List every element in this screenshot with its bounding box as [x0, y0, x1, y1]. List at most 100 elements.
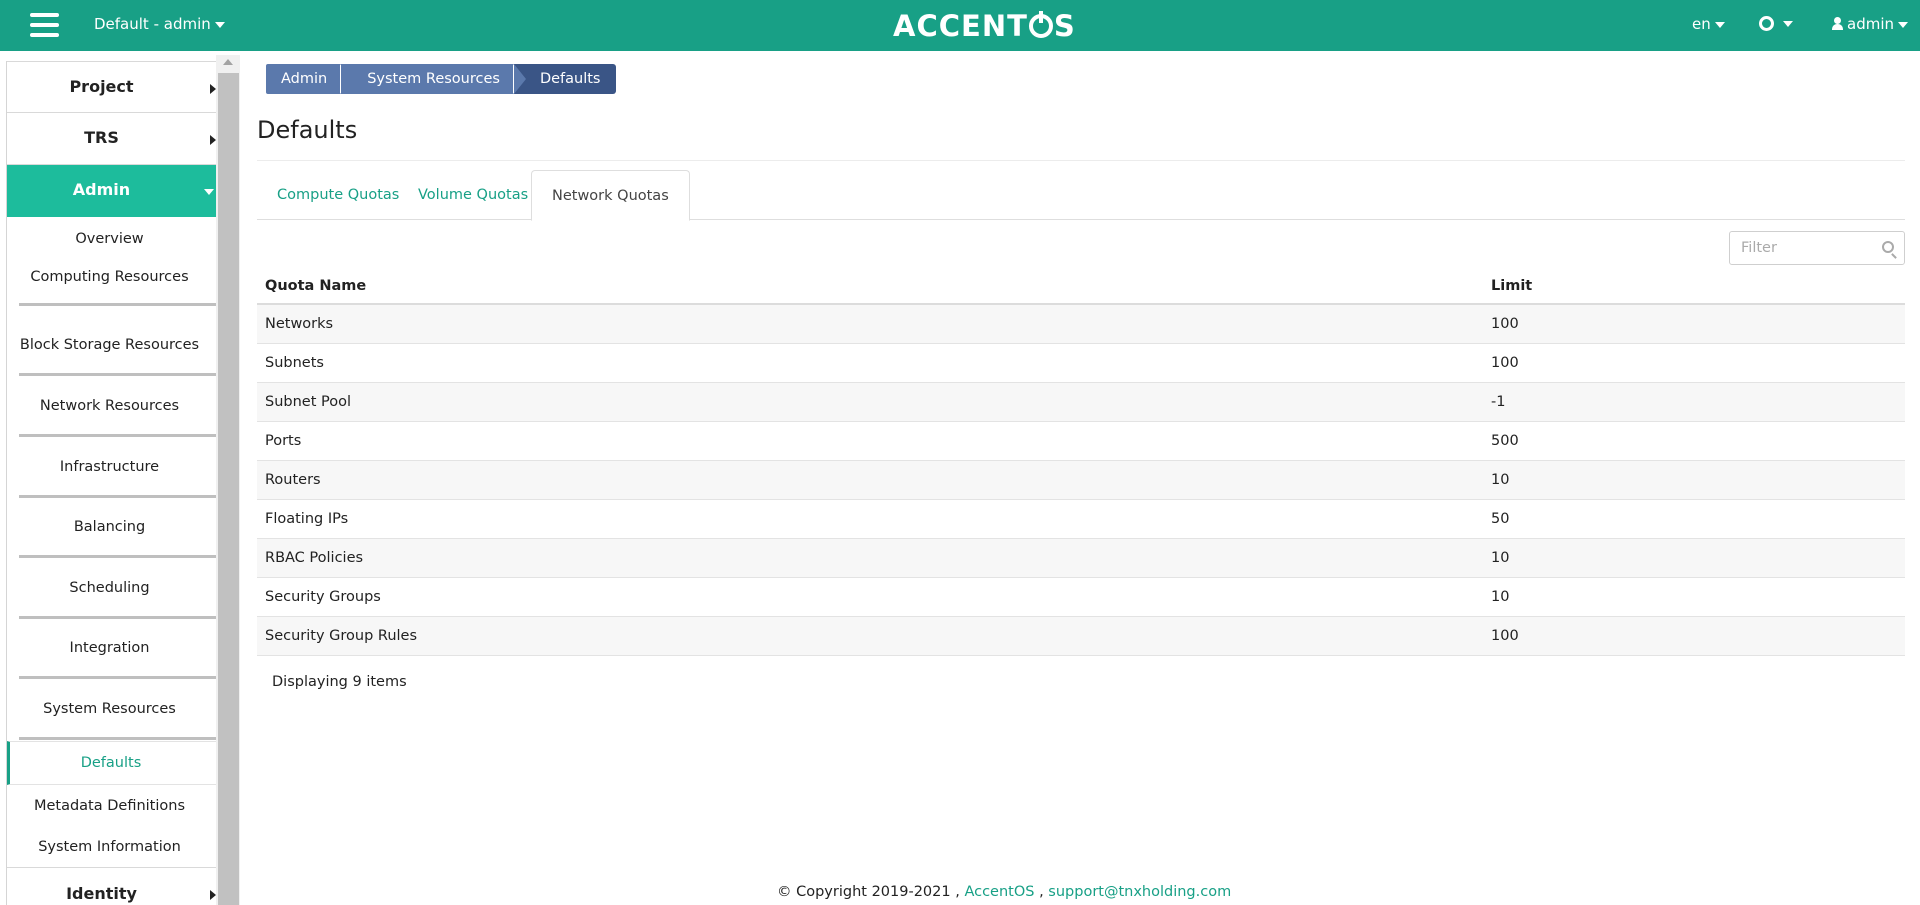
limit-cell: 100	[1483, 343, 1905, 383]
divider	[19, 737, 216, 740]
divider	[19, 434, 216, 437]
sidebar-item-overview[interactable]: Overview	[7, 217, 216, 261]
sidebar-item-scheduling[interactable]: Scheduling	[7, 560, 216, 620]
menu-icon[interactable]	[30, 13, 59, 37]
quota-name-cell: Routers	[257, 460, 1483, 500]
copyright-text: © Copyright 2019-2021 ,	[777, 884, 965, 900]
sidebar-item-project[interactable]: Project	[7, 61, 216, 113]
sidebar-item-label: Scheduling	[69, 580, 150, 596]
power-icon	[1028, 11, 1053, 38]
table-row: Routers 10	[257, 460, 1905, 500]
table-row: Security Groups 10	[257, 577, 1905, 617]
filter-input[interactable]	[1729, 231, 1905, 265]
caret-down-icon	[1898, 21, 1908, 28]
support-email-link[interactable]: support@tnxholding.com	[1048, 884, 1231, 900]
sidebar-item-admin[interactable]: Admin	[7, 165, 216, 217]
table-row: Networks 100	[257, 304, 1905, 344]
sidebar-item-label: Overview	[75, 231, 144, 247]
search-icon[interactable]	[1882, 241, 1894, 253]
sidebar-item-label: TRS	[84, 128, 119, 147]
column-header-quota-name[interactable]: Quota Name	[257, 268, 1483, 305]
column-header-limit[interactable]: Limit	[1483, 268, 1905, 305]
table-row: Floating IPs 50	[257, 499, 1905, 539]
divider	[19, 616, 216, 619]
sidebar-item-identity[interactable]: Identity	[7, 867, 216, 905]
settings-dropdown[interactable]	[1759, 14, 1793, 32]
sidebar-item-trs[interactable]: TRS	[7, 113, 216, 165]
table-row: RBAC Policies 10	[257, 538, 1905, 578]
table-row: Subnets 100	[257, 343, 1905, 383]
sidebar-item-metadata-definitions[interactable]: Metadata Definitions	[7, 785, 216, 827]
user-label: admin	[1847, 15, 1894, 33]
gear-icon	[1759, 16, 1774, 31]
sidebar-item-label: Identity	[66, 884, 137, 903]
table-header-row: Quota Name Limit	[257, 268, 1905, 305]
scrollbar-thumb[interactable]	[218, 73, 239, 905]
caret-down-icon	[1714, 21, 1725, 28]
quota-name-cell: Security Groups	[257, 577, 1483, 617]
quota-name-cell: Subnets	[257, 343, 1483, 383]
language-label: en	[1692, 15, 1711, 33]
quota-name-cell: Security Group Rules	[257, 616, 1483, 656]
sidebar-item-network-resources[interactable]: Network Resources	[7, 378, 216, 439]
tab-network-quotas[interactable]: Network Quotas	[531, 170, 690, 221]
limit-cell: 500	[1483, 421, 1905, 461]
logo-text-right: S	[1053, 9, 1076, 43]
breadcrumb-admin[interactable]: Admin	[266, 64, 354, 94]
sidebar-item-label: Infrastructure	[59, 459, 160, 475]
sidebar-scrollbar[interactable]	[216, 55, 240, 905]
limit-cell: 10	[1483, 538, 1905, 578]
sidebar-item-balancing[interactable]: Balancing	[7, 499, 216, 560]
sidebar-item-infrastructure[interactable]: Infrastructure	[7, 439, 216, 499]
divider	[19, 373, 216, 376]
sidebar-item-label: System Resources	[43, 701, 176, 717]
caret-down-icon	[214, 21, 225, 28]
sidebar-item-label: Balancing	[73, 519, 146, 535]
language-dropdown[interactable]: en	[1692, 15, 1725, 33]
quota-name-cell: Ports	[257, 421, 1483, 461]
user-icon	[1832, 17, 1843, 30]
table-row: Subnet Pool -1	[257, 382, 1905, 422]
quota-name-cell: RBAC Policies	[257, 538, 1483, 578]
scroll-up-icon[interactable]	[223, 59, 233, 65]
limit-cell: 10	[1483, 577, 1905, 617]
logo: ACCENT S	[893, 9, 1076, 43]
table-row: Security Group Rules 100	[257, 616, 1905, 656]
table-row: Ports 500	[257, 421, 1905, 461]
divider	[19, 495, 216, 498]
sidebar-item-integration[interactable]: Integration	[7, 620, 216, 681]
footer: © Copyright 2019-2021 , AccentOS , suppo…	[777, 884, 1231, 900]
sidebar-item-label: Computing Resources	[30, 269, 189, 285]
sidebar-item-computing-resources[interactable]: Computing Resources	[7, 261, 216, 317]
user-dropdown[interactable]: admin	[1832, 15, 1908, 33]
chevron-down-icon	[204, 189, 214, 195]
sidebar: Project TRS Admin Overview Computing Res…	[6, 61, 216, 905]
limit-cell: 10	[1483, 460, 1905, 500]
project-dropdown[interactable]: Default - admin	[94, 15, 225, 33]
sidebar-item-defaults[interactable]: Defaults	[7, 741, 216, 785]
limit-cell: 100	[1483, 304, 1905, 344]
sidebar-item-label: Metadata Definitions	[33, 798, 186, 814]
sidebar-item-block-storage-resources[interactable]: Block Storage Resources	[7, 317, 216, 378]
tab-compute-quotas[interactable]: Compute Quotas	[257, 170, 419, 220]
sidebar-item-label: Network Resources	[39, 398, 180, 414]
sidebar-item-system-resources[interactable]: System Resources	[7, 681, 216, 741]
caret-down-icon	[1783, 20, 1793, 27]
breadcrumb-system-resources[interactable]: System Resources	[340, 64, 526, 94]
divider	[19, 555, 216, 558]
sidebar-item-label: Admin	[72, 180, 131, 199]
top-navbar: Default - admin ACCENT S en admin	[0, 0, 1920, 51]
accentos-link[interactable]: AccentOS	[964, 884, 1034, 900]
sidebar-item-label: Integration	[69, 640, 150, 656]
tab-volume-quotas[interactable]: Volume Quotas	[398, 170, 548, 220]
divider	[257, 160, 1905, 161]
limit-cell: 100	[1483, 616, 1905, 656]
breadcrumb: Admin System Resources Defaults	[266, 64, 616, 94]
sidebar-item-label: Block Storage Resources	[19, 337, 200, 353]
item-count: Displaying 9 items	[272, 674, 407, 690]
sidebar-item-system-information[interactable]: System Information	[7, 827, 216, 867]
sidebar-item-label: Project	[69, 77, 134, 96]
quota-table: Quota Name Limit Networks 100 Subnets 100 …	[257, 268, 1905, 656]
divider	[19, 303, 216, 306]
limit-cell: 50	[1483, 499, 1905, 539]
